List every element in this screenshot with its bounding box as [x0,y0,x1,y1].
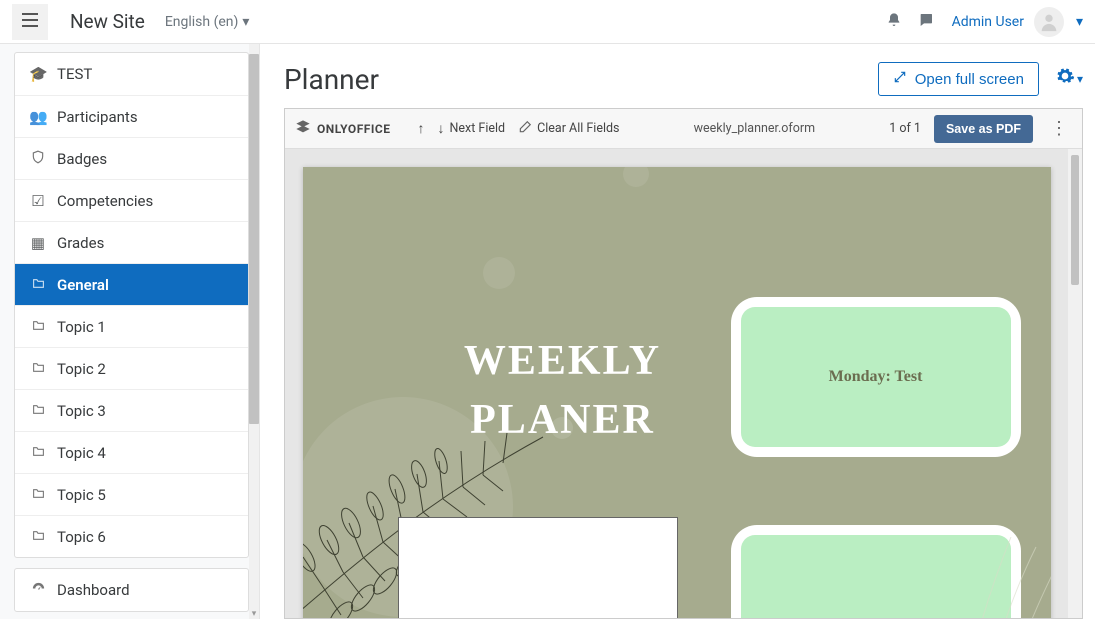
nav-item-topic-2[interactable]: Topic 2 [15,347,248,389]
monday-field[interactable]: Monday: Test [741,307,1011,447]
folder-icon [29,318,47,336]
nav-item-label: Topic 6 [57,528,106,546]
heading-line-2: PLANER [470,397,655,443]
folder-icon [29,444,47,462]
next-field-label: Next Field [450,121,506,136]
decorative-circle [483,257,515,289]
document-filename: weekly_planner.oform [694,121,815,136]
onlyoffice-logo: ONLYOFFICE [295,119,391,139]
main-content: Planner Open full screen ▾ [260,44,1095,619]
nav-item-grades[interactable]: ▦ Grades [15,221,248,263]
document-scrollbar[interactable] [1068,149,1082,618]
stack-icon [295,119,311,139]
monday-label: Monday: Test [829,368,923,386]
arrow-up-icon: ↑ [418,120,425,137]
decorative-circle [623,167,649,187]
site-name[interactable]: New Site [70,10,145,33]
nav-item-topic-1[interactable]: Topic 1 [15,305,248,347]
language-dropdown[interactable]: English (en) ▾ [165,14,250,30]
folder-icon [29,528,47,546]
document-viewport[interactable]: WEEKLY PLANER Monday: Test Tuesday: Essa… [285,149,1068,618]
document-heading: WEEKLY PLANER [398,332,728,450]
expand-icon [893,70,907,88]
nav-item-label: Topic 4 [57,444,106,462]
site-nav: Dashboard [14,568,249,612]
gear-icon [1055,66,1075,92]
chat-icon[interactable] [918,12,934,32]
tuesday-field[interactable]: Tuesday: Essay [398,517,678,618]
prev-field-button[interactable]: ↑ [418,120,425,137]
wednesday-card[interactable] [731,525,1021,618]
hamburger-icon [22,12,38,31]
wednesday-field[interactable] [741,535,1011,618]
nav-item-label: General [57,276,109,294]
folder-icon [29,402,47,420]
open-fullscreen-label: Open full screen [915,71,1024,88]
sidebar-scrollbar-thumb[interactable] [249,54,259,424]
nav-item-label: Topic 1 [57,318,106,336]
bell-icon[interactable] [886,12,902,32]
sidebar: 🎓 TEST 👥 Participants Badges ☑ Competenc… [0,44,260,619]
language-label: English (en) [165,14,239,30]
shield-icon [29,149,47,169]
nav-item-label: Topic 5 [57,486,106,504]
nav-item-label: Grades [57,234,104,252]
hamburger-button[interactable] [12,4,48,40]
folder-icon [29,486,47,504]
document-page: WEEKLY PLANER Monday: Test Tuesday: Essa… [303,167,1051,618]
caret-down-icon: ▾ [242,14,249,30]
users-icon: 👥 [29,108,47,126]
nav-item-topic-4[interactable]: Topic 4 [15,431,248,473]
course-nav: 🎓 TEST 👥 Participants Badges ☑ Competenc… [14,52,249,558]
nav-item-participants[interactable]: 👥 Participants [15,95,248,137]
heading-line-1: WEEKLY [464,338,661,384]
settings-dropdown[interactable]: ▾ [1055,66,1083,92]
user-menu-caret[interactable]: ▾ [1076,14,1083,30]
nav-item-label: Topic 2 [57,360,106,378]
eraser-icon [518,120,532,138]
nav-item-dashboard[interactable]: Dashboard [15,569,248,611]
save-pdf-button[interactable]: Save as PDF [934,115,1033,143]
nav-item-label: TEST [57,65,92,83]
page-title: Planner [284,63,878,96]
arrow-down-icon: ↓ [438,120,445,137]
folder-icon [29,360,47,378]
scrollbar-down-icon[interactable]: ▾ [249,609,259,619]
check-square-icon: ☑ [29,192,47,210]
next-field-button[interactable]: ↓ Next Field [438,120,506,137]
user-name-link[interactable]: Admin User [952,14,1024,30]
monday-card[interactable]: Monday: Test [731,297,1021,457]
nav-item-competencies[interactable]: ☑ Competencies [15,179,248,221]
clear-all-label: Clear All Fields [537,121,619,136]
nav-item-label: Competencies [57,192,153,210]
page-count: 1 of 1 [889,121,921,136]
onlyoffice-label: ONLYOFFICE [317,122,391,136]
nav-item-label: Topic 3 [57,402,106,420]
caret-down-icon: ▾ [1077,72,1083,86]
nav-item-badges[interactable]: Badges [15,137,248,179]
avatar[interactable] [1034,7,1064,37]
folder-icon [29,276,47,294]
nav-item-topic-6[interactable]: Topic 6 [15,515,248,557]
editor-toolbar: ONLYOFFICE ↑ ↓ Next Field Clear All Fiel… [285,109,1082,149]
more-menu-icon[interactable]: ⋮ [1046,118,1072,139]
clear-all-fields-button[interactable]: Clear All Fields [518,120,619,138]
tuesday-card[interactable]: Tuesday: Essay [398,517,678,618]
nav-item-label: Dashboard [57,581,130,599]
nav-item-general[interactable]: General [15,263,248,305]
nav-item-topic-3[interactable]: Topic 3 [15,389,248,431]
nav-item-topic-5[interactable]: Topic 5 [15,473,248,515]
nav-item-test[interactable]: 🎓 TEST [15,53,248,95]
sidebar-scrollbar[interactable]: ▾ [249,44,259,619]
document-scrollbar-thumb[interactable] [1071,155,1079,285]
graduation-icon: 🎓 [29,65,47,83]
open-fullscreen-button[interactable]: Open full screen [878,62,1039,96]
nav-item-label: Participants [57,108,138,126]
app-header: New Site English (en) ▾ Admin User ▾ [0,0,1095,44]
dashboard-icon [29,581,47,600]
grid-icon: ▦ [29,234,47,252]
nav-item-label: Badges [57,150,107,168]
document-editor: ONLYOFFICE ↑ ↓ Next Field Clear All Fiel… [284,108,1083,619]
